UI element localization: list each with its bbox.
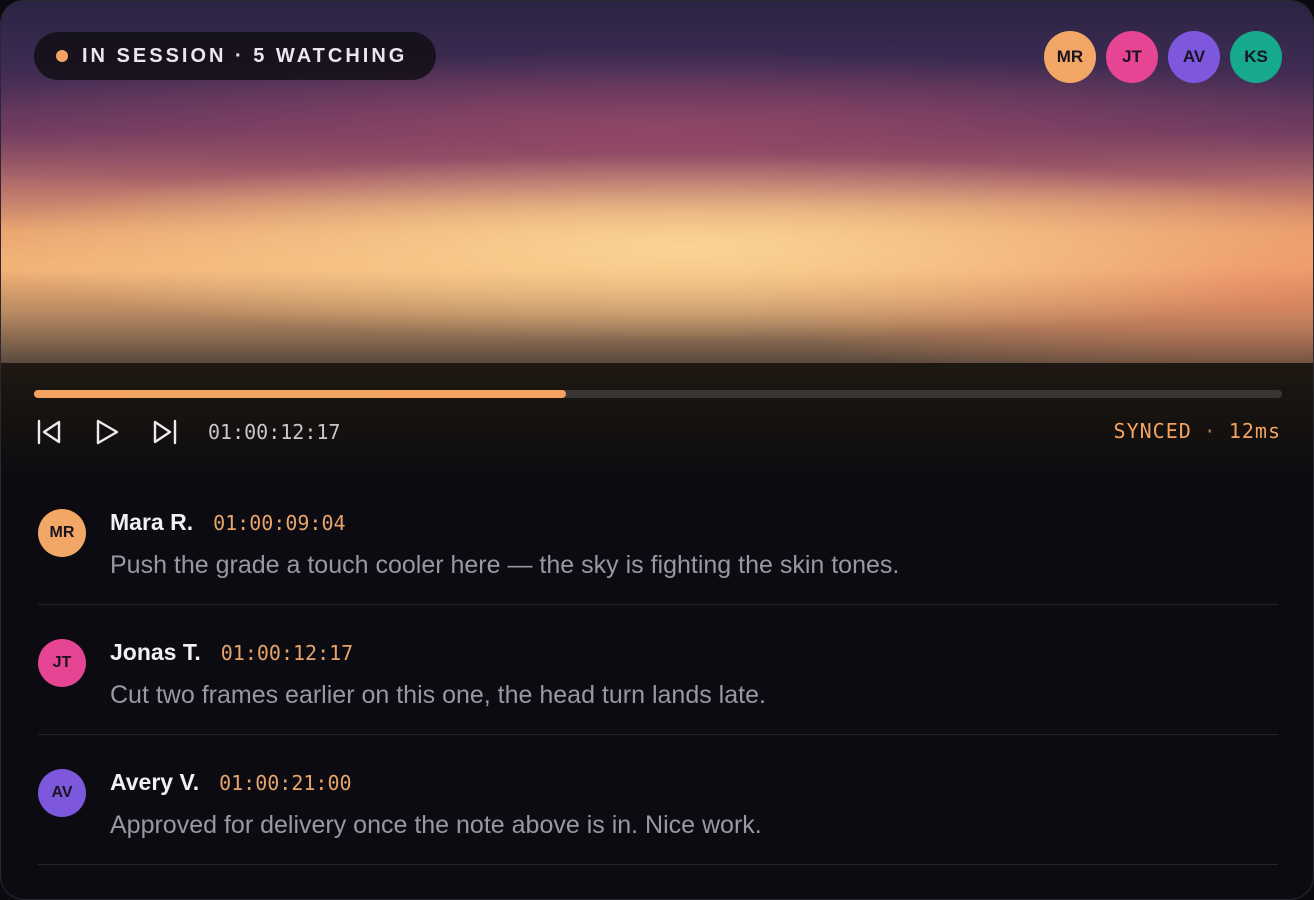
session-status-badge: IN SESSION · 5 WATCHING [34, 32, 436, 80]
comment-item[interactable]: JT Jonas T. 01:00:12:17 Cut two frames e… [38, 605, 1278, 735]
skip-back-button[interactable] [34, 417, 64, 447]
comment-text: Approved for delivery once the note abov… [110, 811, 762, 839]
skip-back-icon [37, 419, 61, 445]
comment-item[interactable]: MR Mara R. 01:00:09:04 Push the grade a … [38, 475, 1278, 605]
comment-timecode-link[interactable]: 01:00:21:00 [219, 771, 351, 795]
viewer-avatar-ks[interactable]: KS [1230, 31, 1282, 83]
comment-timecode-link[interactable]: 01:00:12:17 [221, 641, 353, 665]
viewer-avatar-mr[interactable]: MR [1044, 31, 1096, 83]
comment-header: Avery V. 01:00:21:00 [110, 769, 352, 796]
skip-forward-icon [153, 419, 177, 445]
current-timecode: 01:00:12:17 [208, 420, 341, 444]
comment-author: Mara R. [110, 509, 194, 535]
sync-latency: 12ms [1228, 419, 1281, 443]
viewer-avatar-av[interactable]: AV [1168, 31, 1220, 83]
session-status-text: IN SESSION · 5 WATCHING [82, 44, 408, 67]
comment-text: Cut two frames earlier on this one, the … [110, 681, 766, 709]
video-player[interactable]: IN SESSION · 5 WATCHING MR JT AV KS 01:0… [1, 1, 1313, 475]
comment-author: Avery V. [110, 769, 200, 795]
viewer-avatars: MR JT AV KS [1044, 31, 1282, 83]
comment-text: Push the grade a touch cooler here — the… [110, 551, 900, 579]
comment-list: MR Mara R. 01:00:09:04 Push the grade a … [38, 475, 1278, 865]
play-button[interactable] [92, 417, 122, 447]
play-icon [96, 419, 119, 445]
comment-header: Jonas T. 01:00:12:17 [110, 639, 353, 666]
comment-avatar: MR [38, 509, 86, 557]
comment-avatar: JT [38, 639, 86, 687]
comment-header: Mara R. 01:00:09:04 [110, 509, 346, 536]
sync-status: SYNCED · 12ms [1114, 419, 1281, 443]
viewer-avatar-jt[interactable]: JT [1106, 31, 1158, 83]
live-dot-icon [56, 50, 68, 62]
comment-author: Jonas T. [110, 639, 201, 665]
comment-avatar: AV [38, 769, 86, 817]
skip-forward-button[interactable] [150, 417, 180, 447]
playback-controls: 01:00:12:17 [34, 415, 340, 449]
review-window: IN SESSION · 5 WATCHING MR JT AV KS 01:0… [0, 0, 1314, 900]
progress-fill [34, 390, 566, 398]
sync-label: SYNCED [1113, 419, 1192, 443]
comment-item[interactable]: AV Avery V. 01:00:21:00 Approved for del… [38, 735, 1278, 865]
progress-bar[interactable] [34, 390, 1282, 398]
comment-timecode-link[interactable]: 01:00:09:04 [213, 511, 345, 535]
sync-separator: · [1203, 419, 1217, 443]
